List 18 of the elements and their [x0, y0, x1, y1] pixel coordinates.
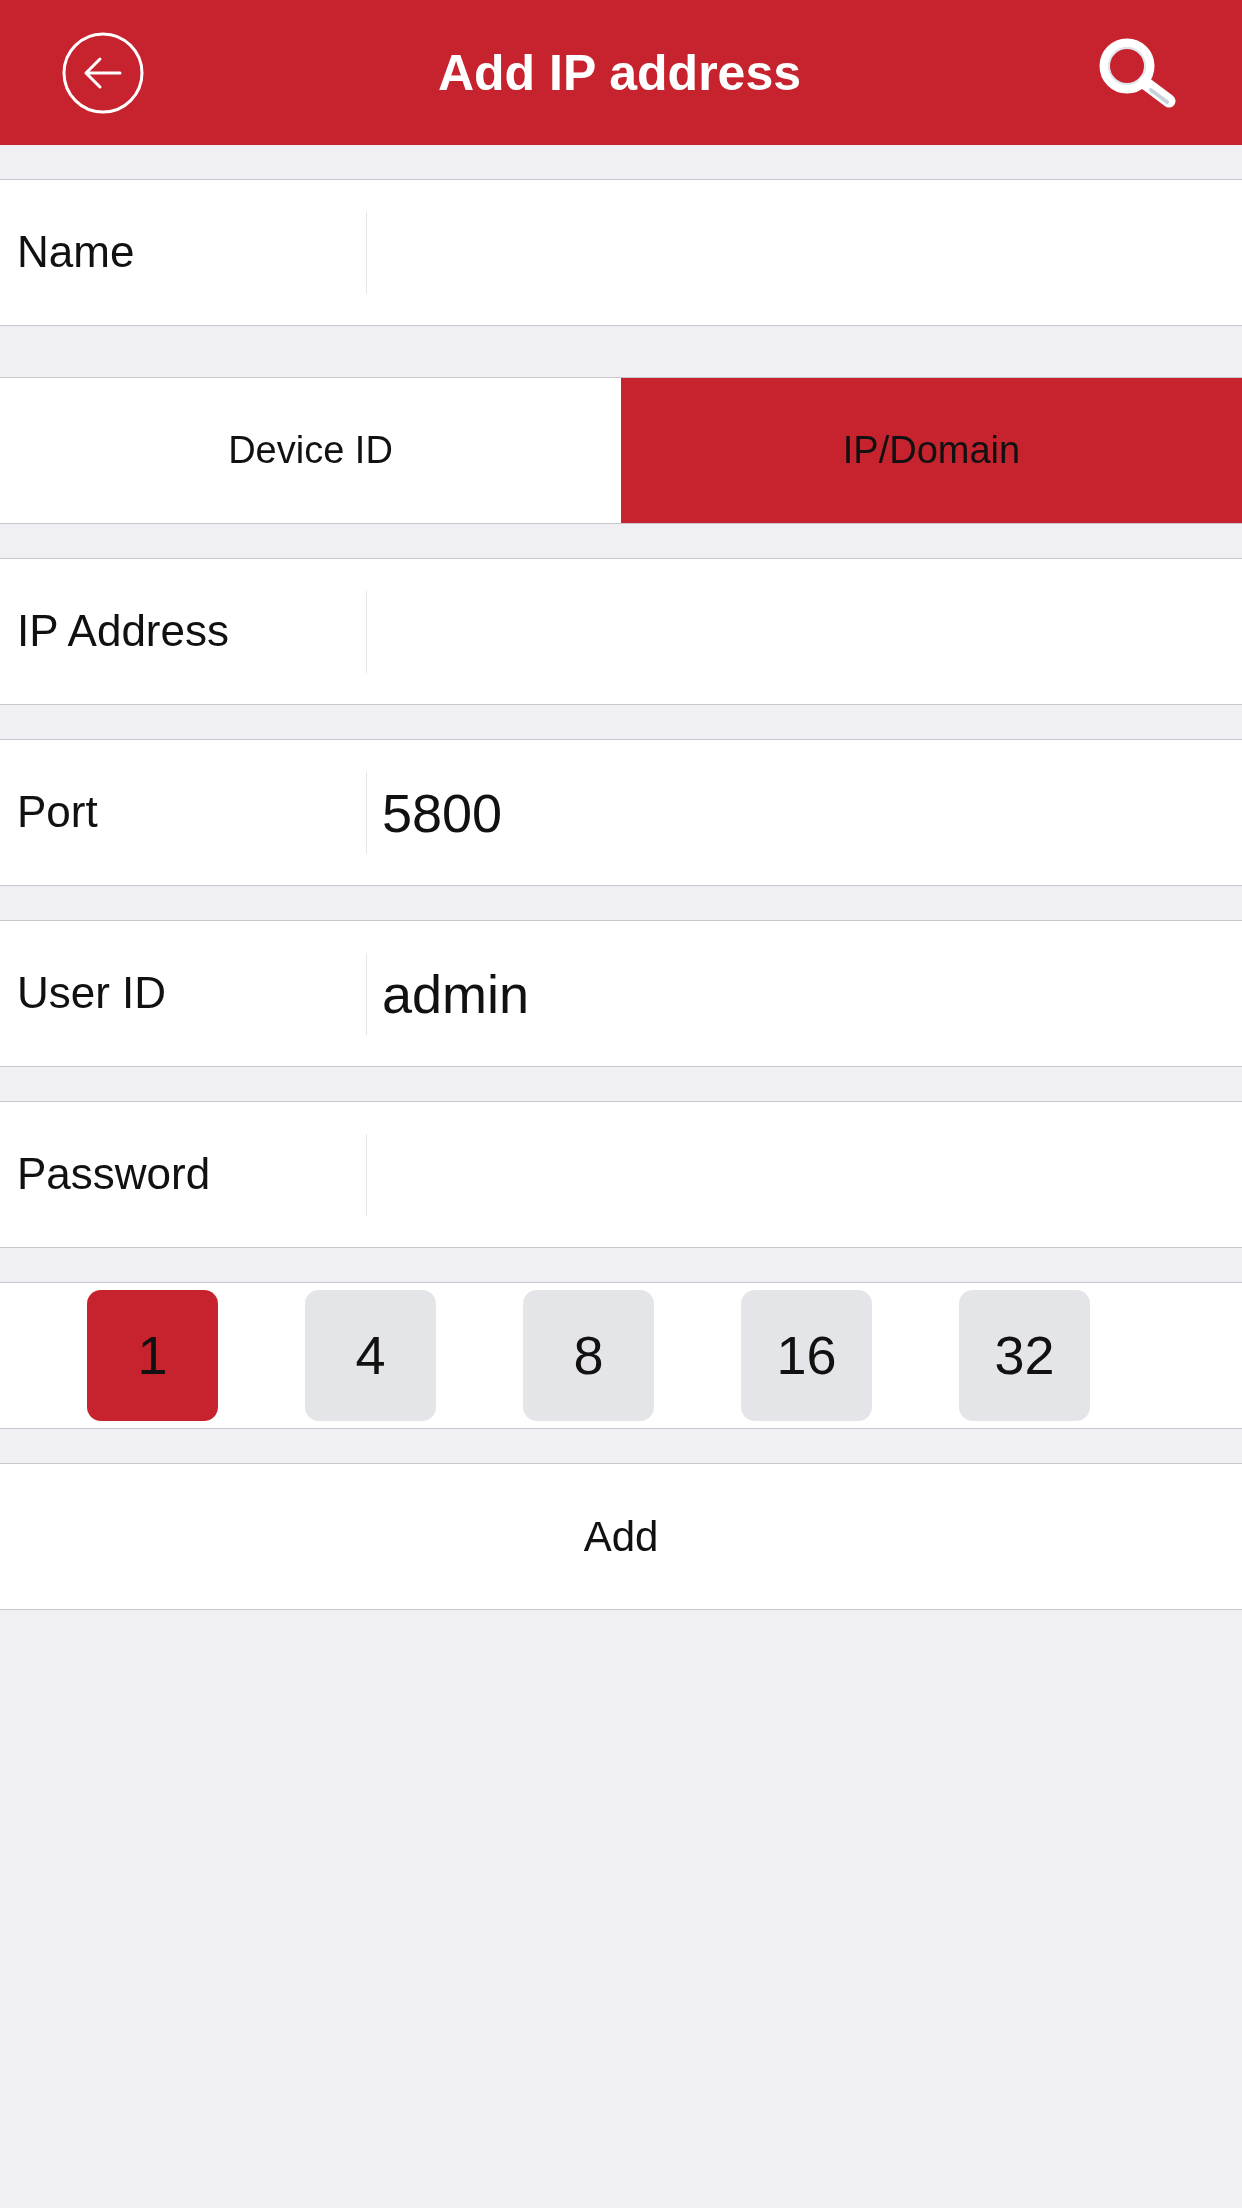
input-field[interactable]: 5800 — [366, 739, 1242, 886]
page-title: Add IP address — [437, 43, 802, 103]
channel-button[interactable]: 32 — [959, 1290, 1090, 1421]
search-icon[interactable] — [1099, 37, 1177, 108]
channel-button[interactable]: 8 — [523, 1290, 654, 1421]
input-field[interactable] — [366, 179, 1242, 326]
channel-button[interactable]: 16 — [741, 1290, 872, 1421]
back-icon[interactable] — [62, 31, 144, 114]
field-label: Password — [0, 1101, 366, 1248]
input-field[interactable]: admin — [366, 920, 1242, 1067]
channel-button[interactable]: 4 — [305, 1290, 436, 1421]
field-label: User ID — [0, 920, 366, 1067]
input-field[interactable] — [366, 1101, 1242, 1248]
input-field[interactable] — [366, 558, 1242, 705]
field-label: Name — [0, 179, 366, 326]
field-label: IP Address — [0, 558, 366, 705]
field-label: Port — [0, 739, 366, 886]
add-button[interactable]: Add — [0, 1463, 1242, 1610]
